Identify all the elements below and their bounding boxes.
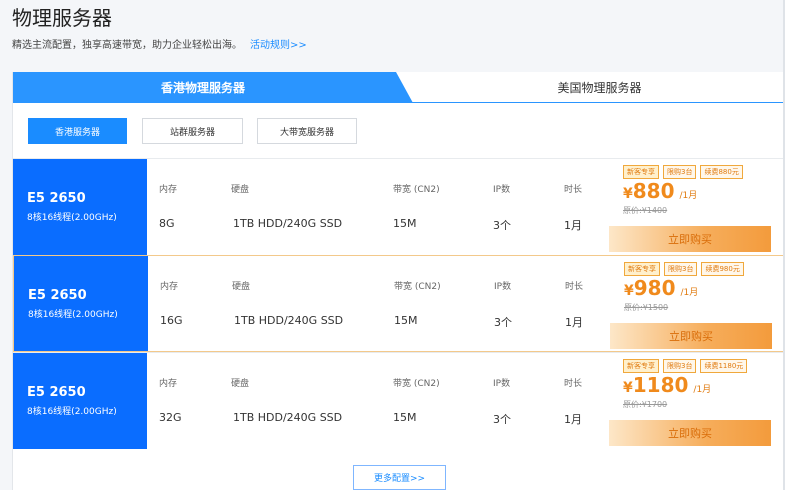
cpu-spec: 8核16线程(2.00GHz): [27, 407, 117, 417]
duration-value: 1月: [564, 219, 582, 232]
memory-value: 8G: [159, 217, 175, 230]
rules-link[interactable]: 活动规则>>: [250, 40, 307, 51]
buy-now-button[interactable]: 立即购买: [610, 323, 772, 349]
promo-tag: 新客专享: [624, 262, 660, 276]
disk-value: 1TB HDD/240G SSD: [233, 411, 343, 424]
price: ¥ 980 /1月: [624, 276, 698, 300]
price-currency: ¥: [623, 380, 633, 396]
ip-label: IP数: [493, 185, 511, 195]
price-unit: /1月: [680, 288, 699, 298]
cpu-model: E5 2650: [28, 287, 87, 303]
memory-value: 16G: [160, 314, 183, 327]
page-subtitle: 精选主流配置，独享高速带宽，助力企业轻松出海。 活动规则>>: [12, 36, 307, 51]
disk-value: 1TB HDD/240G SSD: [234, 314, 344, 327]
duration-value: 1月: [565, 316, 583, 329]
price-unit: /1月: [679, 191, 698, 201]
subtab-station-group[interactable]: 站群服务器: [142, 118, 243, 144]
promo-tag: 限购3台: [664, 262, 698, 276]
price-value: 1180: [632, 373, 689, 397]
product-row: E5 2650 8核16线程(2.00GHz) 内存 硬盘 带宽 (CN2) I…: [13, 255, 785, 352]
price-value: 880: [632, 179, 675, 203]
promo-tag: 限购3台: [663, 359, 697, 373]
ip-value: 3个: [493, 413, 511, 426]
original-price: 原价:¥1700: [623, 400, 668, 409]
more-configs-button[interactable]: 更多配置>>: [353, 465, 446, 490]
product-card: 香港物理服务器 美国物理服务器 香港服务器 站群服务器 大带宽服务器 E5 26…: [12, 72, 785, 490]
disk-value: 1TB HDD/240G SSD: [233, 217, 343, 230]
cpu-block: E5 2650 8核16线程(2.00GHz): [14, 256, 148, 351]
tab-hongkong-server[interactable]: 香港物理服务器: [13, 72, 413, 103]
ip-label: IP数: [494, 282, 512, 292]
cpu-model: E5 2650: [27, 191, 86, 206]
cpu-block: E5 2650 8核16线程(2.00GHz): [13, 353, 147, 449]
memory-label: 内存: [159, 379, 178, 389]
duration-label: 时长: [565, 282, 584, 292]
memory-value: 32G: [159, 411, 182, 424]
bandwidth-value: 15M: [393, 411, 417, 424]
promo-tags: 新客专享 限购3台 续费1180元: [623, 359, 748, 373]
price: ¥ 1180 /1月: [623, 373, 711, 397]
subtitle-text: 精选主流配置，独享高速带宽，助力企业轻松出海。: [12, 40, 242, 51]
bandwidth-label: 带宽 (CN2): [393, 379, 440, 389]
price-value: 980: [633, 276, 676, 300]
promo-tag: 续费880元: [700, 165, 743, 179]
region-tabs: 香港物理服务器 美国物理服务器: [13, 72, 785, 103]
promo-tag: 续费980元: [701, 262, 744, 276]
subtab-hk-server[interactable]: 香港服务器: [28, 118, 127, 144]
disk-label: 硬盘: [232, 282, 251, 292]
tab-us-server[interactable]: 美国物理服务器: [413, 72, 785, 103]
promo-tags: 新客专享 限购3台 续费880元: [623, 165, 743, 179]
price: ¥ 880 /1月: [623, 179, 697, 203]
buy-now-button[interactable]: 立即购买: [609, 226, 771, 252]
bandwidth-label: 带宽 (CN2): [394, 282, 441, 292]
bandwidth-value: 15M: [393, 217, 417, 230]
promo-tag: 续费1180元: [700, 359, 748, 373]
promo-tag: 限购3台: [663, 165, 697, 179]
product-row: E5 2650 8核16线程(2.00GHz) 内存 硬盘 带宽 (CN2) I…: [13, 352, 785, 449]
disk-label: 硬盘: [231, 185, 250, 195]
buy-now-button[interactable]: 立即购买: [609, 420, 771, 446]
disk-label: 硬盘: [231, 379, 250, 389]
page-title: 物理服务器: [12, 6, 112, 30]
memory-label: 内存: [159, 185, 178, 195]
cpu-model: E5 2650: [27, 385, 86, 400]
product-row: E5 2650 8核16线程(2.00GHz) 内存 硬盘 带宽 (CN2) I…: [13, 158, 785, 255]
original-price: 原价:¥1500: [624, 303, 669, 312]
duration-label: 时长: [564, 379, 583, 389]
price-unit: /1月: [693, 385, 712, 395]
cpu-spec: 8核16线程(2.00GHz): [28, 309, 118, 320]
promo-tag: 新客专享: [623, 165, 659, 179]
promo-tag: 新客专享: [623, 359, 659, 373]
bandwidth-value: 15M: [394, 314, 418, 327]
bandwidth-label: 带宽 (CN2): [393, 185, 440, 195]
cpu-spec: 8核16线程(2.00GHz): [27, 213, 117, 223]
ip-value: 3个: [494, 316, 512, 329]
subtab-high-bandwidth[interactable]: 大带宽服务器: [257, 118, 357, 144]
price-currency: ¥: [623, 186, 633, 202]
ip-value: 3个: [493, 219, 511, 232]
price-currency: ¥: [624, 283, 634, 299]
cpu-block: E5 2650 8核16线程(2.00GHz): [13, 159, 147, 255]
duration-value: 1月: [564, 413, 582, 426]
ip-label: IP数: [493, 379, 511, 389]
original-price: 原价:¥1400: [623, 206, 668, 215]
duration-label: 时长: [564, 185, 583, 195]
memory-label: 内存: [160, 282, 179, 292]
promo-tags: 新客专享 限购3台 续费980元: [624, 262, 744, 276]
